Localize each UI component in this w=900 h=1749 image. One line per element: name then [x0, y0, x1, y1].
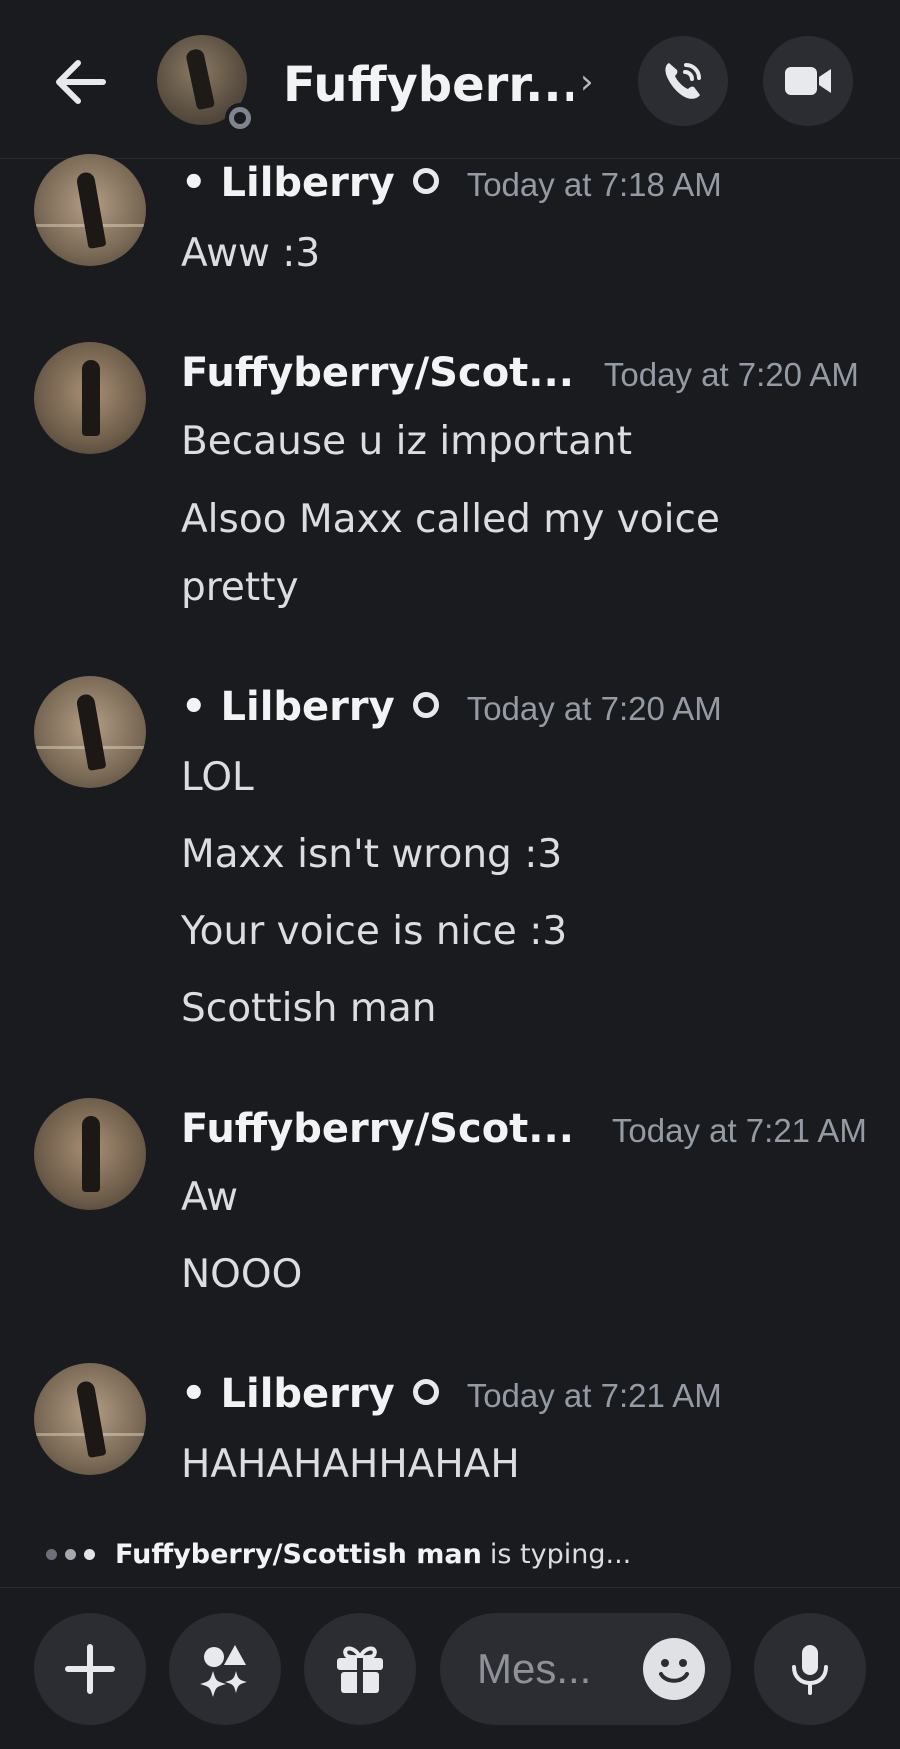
timestamp: Today at 7:18 AM: [466, 166, 722, 203]
voice-call-button[interactable]: [638, 36, 728, 126]
chevron-right-icon[interactable]: ›: [580, 62, 604, 102]
attach-button[interactable]: [34, 1613, 146, 1725]
message-header: • Lilberry Today at 7:21 AM: [181, 1371, 722, 1431]
emoji-icon: [659, 1659, 689, 1683]
emoji-button[interactable]: [643, 1638, 705, 1700]
author-name[interactable]: • Lilberry: [181, 1371, 395, 1417]
user-avatar[interactable]: [34, 1363, 146, 1475]
video-camera-icon: [785, 67, 831, 95]
idle-status-icon: [225, 103, 255, 133]
typing-user-name: Fuffyberry/Scottish man: [115, 1538, 482, 1570]
composer-bar: Mes...: [0, 1587, 900, 1749]
message-text[interactable]: LOL: [181, 750, 254, 806]
author-name[interactable]: Fuffyberry/Scot...: [181, 350, 574, 396]
apps-icon: [200, 1645, 247, 1697]
typing-indicator: Fuffyberry/Scottish man is typing...: [46, 1534, 631, 1574]
message-input-placeholder: Mes...: [477, 1645, 592, 1692]
timestamp: Today at 7:20 AM: [603, 356, 859, 393]
typing-dot-icon: [84, 1548, 95, 1560]
timestamp: Today at 7:21 AM: [611, 1112, 867, 1149]
avatar-figure: [184, 47, 216, 111]
user-avatar[interactable]: [34, 676, 146, 788]
user-avatar[interactable]: [34, 1098, 146, 1210]
author-name[interactable]: • Lilberry: [181, 684, 395, 730]
status-ring-icon: [412, 168, 439, 194]
arrow-left-icon: [56, 60, 106, 104]
typing-status-text: is typing...: [489, 1538, 632, 1570]
message-text[interactable]: pretty: [181, 560, 299, 616]
voice-message-button[interactable]: [754, 1613, 866, 1725]
author-name[interactable]: Fuffyberry/Scot...: [181, 1106, 574, 1152]
channel-title[interactable]: Fuffyberr...: [283, 50, 573, 120]
timestamp: Today at 7:21 AM: [466, 1377, 722, 1414]
message-text[interactable]: Aw: [181, 1170, 238, 1226]
status-ring-icon: [412, 692, 439, 718]
author-name[interactable]: • Lilberry: [181, 160, 395, 206]
user-avatar[interactable]: [34, 154, 146, 266]
user-avatar[interactable]: [34, 342, 146, 454]
message-input[interactable]: Mes...: [440, 1613, 731, 1725]
video-call-button[interactable]: [763, 36, 853, 126]
message-header: Fuffyberry/Scot... Today at 7:20 AM: [181, 350, 859, 410]
status-ring-icon: [412, 1379, 439, 1405]
dm-header: Fuffyberr... ›: [0, 0, 900, 159]
message-text[interactable]: Because u iz important: [181, 414, 632, 470]
typing-dot-icon: [65, 1548, 76, 1560]
message-text[interactable]: HAHAHAHHAHAH: [181, 1437, 520, 1493]
plus-icon: [65, 1644, 115, 1694]
gift-icon: [337, 1646, 383, 1693]
message-text[interactable]: Scottish man: [181, 981, 437, 1037]
apps-button[interactable]: [169, 1613, 281, 1725]
dm-screen: Fuffyberr... › • Lilberry Today at 7:18 …: [0, 0, 900, 1749]
message-text[interactable]: Maxx isn't wrong :3: [181, 827, 562, 883]
message-header: • Lilberry Today at 7:20 AM: [181, 684, 722, 744]
timestamp: Today at 7:20 AM: [466, 690, 722, 727]
message-text[interactable]: Alsoo Maxx called my voice: [181, 492, 720, 548]
microphone-icon: [792, 1645, 828, 1695]
back-button[interactable]: [48, 50, 112, 114]
message-header: Fuffyberry/Scot... Today at 7:21 AM: [181, 1106, 867, 1166]
message-header: • Lilberry Today at 7:18 AM: [181, 160, 722, 220]
header-avatar[interactable]: [157, 35, 255, 133]
message-text[interactable]: Aww :3: [181, 226, 320, 282]
typing-dot-icon: [46, 1548, 57, 1560]
phone-call-icon: [665, 63, 701, 99]
gift-button[interactable]: [304, 1613, 416, 1725]
message-text[interactable]: Your voice is nice :3: [181, 904, 567, 960]
message-text[interactable]: NOOO: [181, 1247, 302, 1303]
